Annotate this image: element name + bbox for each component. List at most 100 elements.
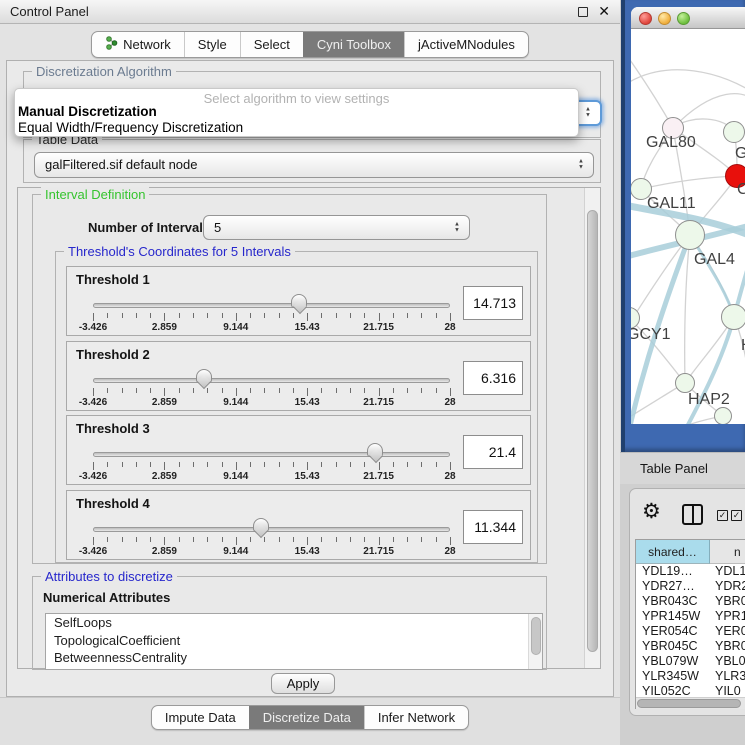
threshold-value-field[interactable]: 6.316 [463,361,523,395]
threshold-panel-3: Threshold 3-3.4262.8599.14415.4321.71528… [66,415,531,485]
table-row[interactable]: YLR345WYLR3 [636,669,745,684]
tick-label: 28 [420,546,480,557]
stepper-icon: ▲▼ [454,222,460,233]
checkbox-icon[interactable]: ✓ [731,510,742,521]
tick-label: -3.426 [63,322,123,333]
table-cell: YPR145W [636,609,710,624]
threshold-value-field[interactable]: 21.4 [463,435,523,469]
list-scroll-thumb[interactable] [531,617,541,655]
control-panel-titlebar: Control Panel ✕ [0,0,620,24]
cyni-toolbox-panel: Discretization Algorithm ▲▼ Select algor… [6,60,614,697]
slider-track[interactable] [93,527,450,532]
table-cell: YDL1 [710,564,745,579]
table-header-row: shared… n [636,540,745,564]
threshold-label: Threshold 2 [76,347,150,362]
table-row[interactable]: YDR27…YDR2 [636,579,745,594]
threshold-value-field[interactable]: 14.713 [463,286,523,320]
table-row[interactable]: YER054CYER0 [636,624,745,639]
column-header-shared[interactable]: shared… [636,540,710,564]
gear-icon[interactable]: ⚙ [642,499,661,524]
table-cell: YBL0 [710,654,745,669]
table-row[interactable]: YBL079WYBL0 [636,654,745,669]
tab-jactivemnodules[interactable]: jActiveMNodules [404,32,528,57]
slider-handle[interactable] [367,443,383,457]
tab-network[interactable]: Network [92,32,184,57]
table-cell: YBR0 [710,639,745,654]
numerical-attributes-label: Numerical Attributes [43,590,170,605]
list-item-selfloops[interactable]: SelfLoops [46,614,542,632]
tick-label: 2.859 [134,397,194,408]
network-node-h[interactable] [721,304,745,330]
close-icon[interactable]: ✕ [598,3,610,20]
slider-handle[interactable] [291,294,307,308]
list-item-topologicalcoefficient[interactable]: TopologicalCoefficient [46,632,542,650]
list-scrollbar[interactable] [528,614,542,669]
network-node-hap2[interactable] [675,373,695,393]
table-row[interactable]: YIL052CYIL0 [636,684,745,697]
tab-impute-data[interactable]: Impute Data [152,706,249,729]
tab-style[interactable]: Style [184,32,240,57]
network-canvas[interactable]: GAL80GCGAL11GAL4GCY1HHAP2 [631,29,745,424]
tick-label: 15.43 [277,546,337,557]
scroll-thumb[interactable] [587,210,598,652]
popup-item-manual-discretization[interactable]: Manual Discretization [18,104,157,119]
checkbox-icon[interactable]: ✓ [717,510,728,521]
tab-infer-network[interactable]: Infer Network [364,706,468,729]
tick-label: 28 [420,397,480,408]
tick-label: 21.715 [349,397,409,408]
tick-label: 21.715 [349,471,409,482]
slider-track[interactable] [93,378,450,383]
tab-discretize-data[interactable]: Discretize Data [249,706,364,729]
bottom-tab-strip: Impute DataDiscretize DataInfer Network [0,697,620,745]
network-node-gal4[interactable] [675,220,705,250]
threshold-label: Threshold 4 [76,496,150,511]
table-row[interactable]: YPR145WYPR1 [636,609,745,624]
float-window-icon[interactable] [578,7,588,17]
network-node-g[interactable] [723,121,745,143]
table-cell: YDR27… [636,579,710,594]
table-row[interactable]: YBR043CYBR0 [636,594,745,609]
control-panel: Control Panel ✕ NetworkStyleSelect Cyni T… [0,0,620,745]
panel-title: Control Panel [10,0,89,24]
network-titlebar[interactable] [631,7,745,29]
slider-handle[interactable] [196,369,212,383]
intervals-value: 5 [214,216,221,240]
table-data-combobox[interactable]: galFiltered.sif default node ▲▼ [34,152,594,178]
slider-ticks [93,537,451,546]
table-panel: ⚙ ✓ ✓ shared… n YDL19…YDL1YDR27…YDR2YBR0… [629,488,745,716]
table-cell: YIL052C [636,684,710,697]
intervals-combobox[interactable]: 5 ▲▼ [203,215,470,240]
tab-cyni-toolbox[interactable]: Cyni Toolbox [303,32,404,57]
split-table-icon[interactable] [682,504,703,525]
table-cell: YBR043C [636,594,710,609]
stepper-icon: ▲▼ [578,160,584,171]
table-panel-title: Table Panel [640,461,708,476]
tab-select[interactable]: Select [240,32,303,57]
table-row[interactable]: YDL19…YDL1 [636,564,745,579]
slider-track[interactable] [93,452,450,457]
table-cell: YPR1 [710,609,745,624]
node-label: G [735,145,745,163]
vertical-scrollbar[interactable] [584,188,600,668]
tick-label: 21.715 [349,546,409,557]
hscroll-thumb[interactable] [637,699,741,708]
slider-handle[interactable] [253,518,269,532]
tab-label: Cyni Toolbox [317,37,391,52]
attributes-listbox: SelfLoopsTopologicalCoefficientBetweenne… [45,613,543,670]
number-of-intervals-label: Number of Intervals [88,220,210,235]
zoom-traffic-light-icon[interactable] [677,12,690,25]
close-traffic-light-icon[interactable] [639,12,652,25]
list-item-betweennesscentrality[interactable]: BetweennessCentrality [46,649,542,667]
threshold-panel-1: Threshold 1-3.4262.8599.14415.4321.71528… [66,266,531,336]
popup-item-equal-width-frequency-discretization[interactable]: Equal Width/Frequency Discretization [18,120,243,135]
threshold-value-field[interactable]: 11.344 [463,510,523,544]
table-row[interactable]: YBR045CYBR0 [636,639,745,654]
column-header-name[interactable]: n [710,540,745,564]
network-node[interactable] [714,407,732,424]
tick-label: -3.426 [63,471,123,482]
table-data-group: Table Data galFiltered.sif default node … [23,139,601,183]
minimize-traffic-light-icon[interactable] [658,12,671,25]
apply-button[interactable]: Apply [271,673,335,694]
horizontal-scrollbar[interactable] [636,697,745,709]
slider-track[interactable] [93,303,450,308]
